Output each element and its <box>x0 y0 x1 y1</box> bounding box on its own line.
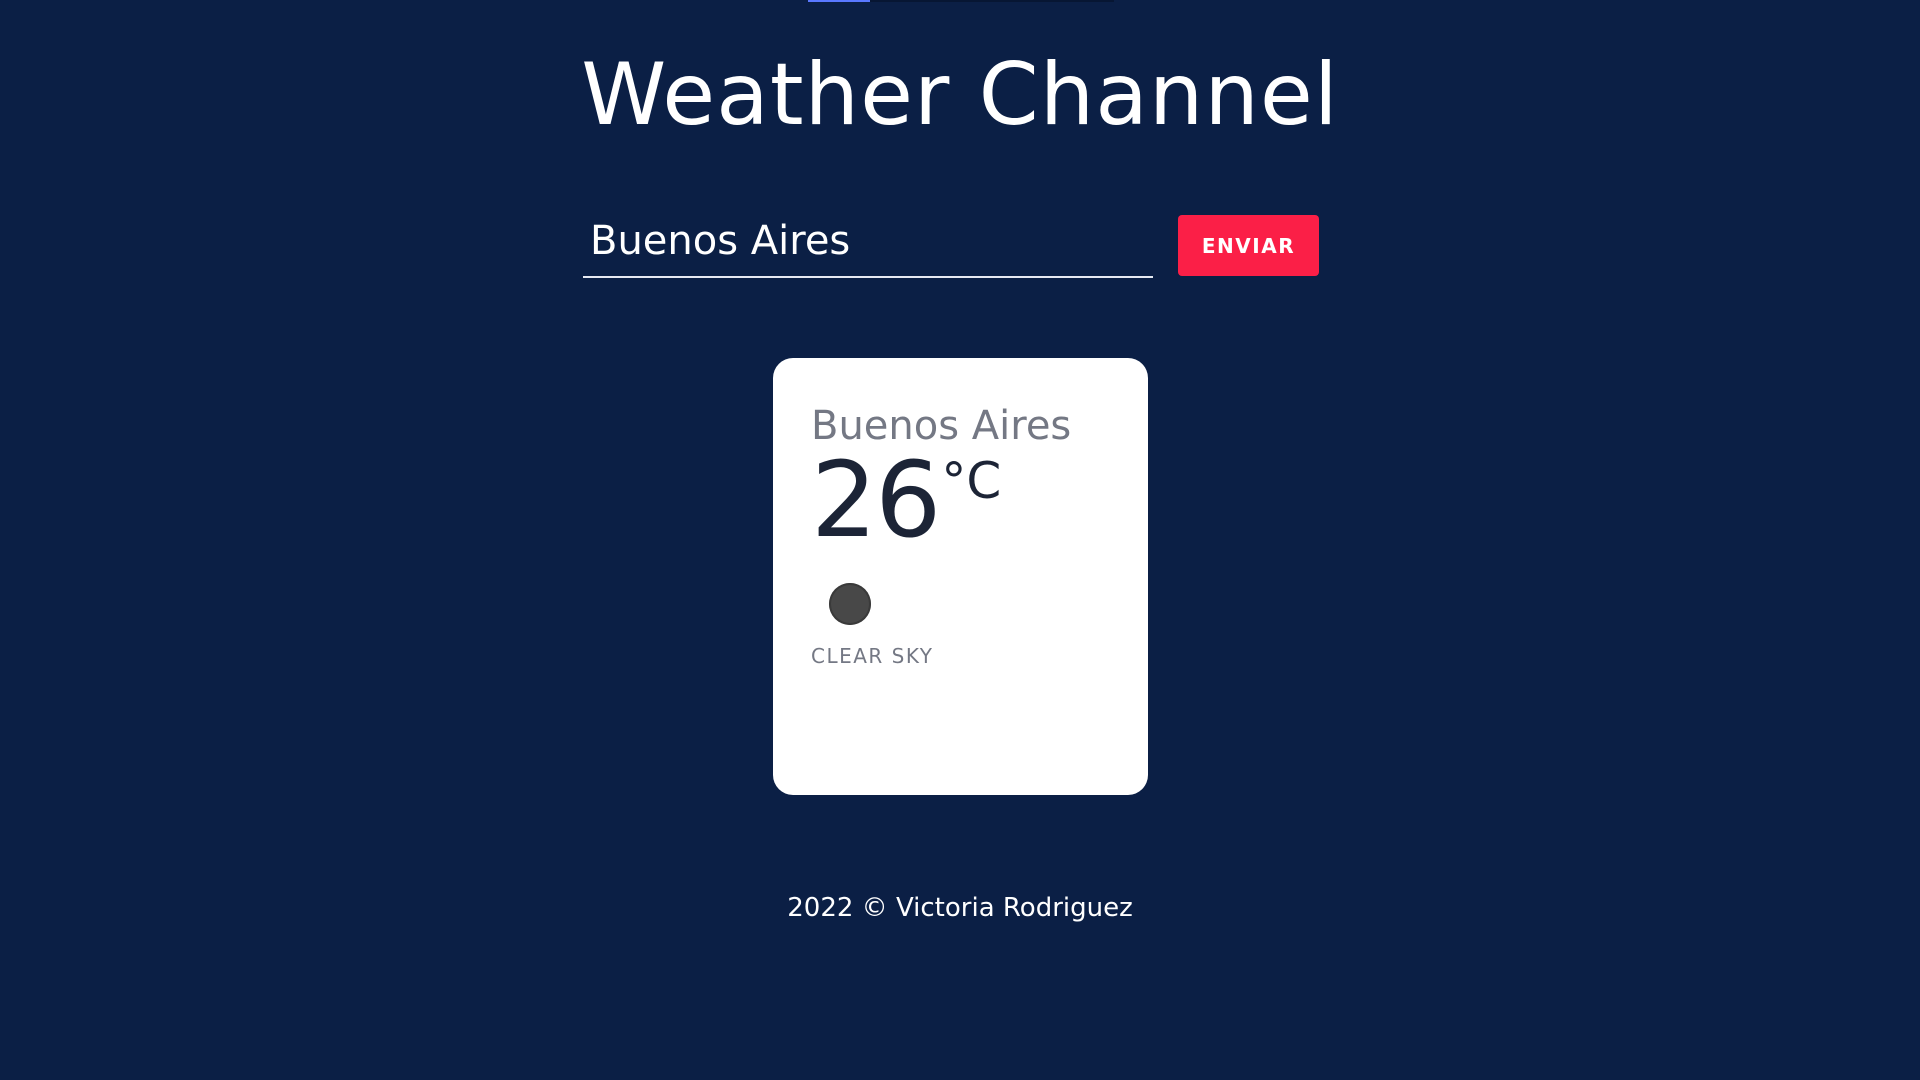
temperature-value: 26 <box>811 439 941 561</box>
weather-card: Buenos Aires 26°C CLEAR SKY <box>773 358 1148 795</box>
temperature-unit: °C <box>941 452 1002 510</box>
search-input[interactable] <box>583 206 1153 278</box>
weather-icon <box>829 583 871 625</box>
send-button[interactable]: ENVIAR <box>1178 215 1319 276</box>
footer-credit: 2022 © Victoria Rodriguez <box>787 893 1133 923</box>
page-title: Weather Channel <box>581 45 1339 145</box>
card-temperature: 26°C <box>811 448 1001 552</box>
weather-description: CLEAR SKY <box>811 644 934 668</box>
top-bar-accent <box>808 0 870 2</box>
